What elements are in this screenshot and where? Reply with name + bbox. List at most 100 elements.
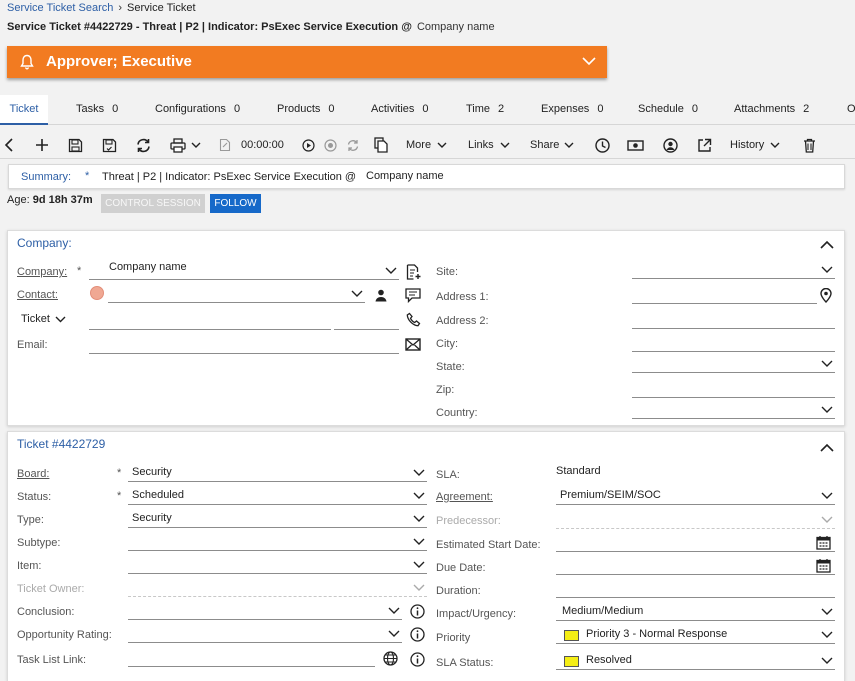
- contact-select[interactable]: [108, 287, 365, 303]
- agreement-select[interactable]: Premium/SEIM/SOC: [556, 489, 835, 505]
- stop-icon: [324, 138, 337, 152]
- share-menu[interactable]: Share: [530, 131, 574, 159]
- tab-tasks[interactable]: Tasks 0: [76, 95, 118, 125]
- chevron-down-icon: [55, 316, 66, 322]
- mail-icon[interactable]: [405, 338, 421, 351]
- item-select[interactable]: [128, 558, 427, 574]
- address2-input[interactable]: [632, 313, 835, 329]
- time-entry-button[interactable]: [595, 131, 610, 159]
- back-icon: [4, 138, 13, 152]
- approver-banner[interactable]: Approver; Executive: [7, 46, 607, 78]
- share-label: Share: [530, 139, 560, 151]
- person-icon[interactable]: [375, 289, 387, 302]
- copy-button[interactable]: [374, 131, 388, 159]
- chevron-down-icon: [821, 492, 833, 499]
- type-value: Security: [132, 512, 172, 524]
- save-button[interactable]: [68, 131, 83, 159]
- impact-urgency-select[interactable]: Medium/Medium: [556, 605, 835, 621]
- tab-activities[interactable]: Activities 0: [371, 95, 429, 125]
- duration-label: Duration:: [436, 585, 481, 597]
- tab-expenses[interactable]: Expenses 0: [541, 95, 603, 125]
- save-close-button[interactable]: [102, 131, 117, 159]
- refresh-button[interactable]: [135, 131, 152, 159]
- tab-count: 2: [803, 103, 810, 115]
- info-icon[interactable]: [410, 604, 425, 619]
- print-button[interactable]: [170, 131, 201, 159]
- note-button: [219, 131, 231, 159]
- sla-status-color-swatch: [564, 656, 579, 667]
- email-input[interactable]: [89, 338, 399, 354]
- company-label[interactable]: Company:: [17, 266, 67, 278]
- links-menu[interactable]: Links: [468, 131, 510, 159]
- tab-schedule[interactable]: Schedule 0: [638, 95, 698, 125]
- state-label: State:: [436, 361, 465, 373]
- info-icon[interactable]: [410, 652, 425, 667]
- priority-select[interactable]: Priority 3 - Normal Response: [556, 628, 835, 644]
- estimated-start-date-input[interactable]: [556, 536, 835, 552]
- duration-input[interactable]: [556, 582, 835, 598]
- phone-icon[interactable]: [406, 312, 421, 327]
- tab-label: O: [847, 103, 855, 115]
- chevron-up-icon[interactable]: [820, 443, 834, 452]
- subtype-select[interactable]: [128, 535, 427, 551]
- calendar-icon[interactable]: [816, 535, 831, 550]
- map-pin-icon[interactable]: [820, 288, 832, 303]
- company-select[interactable]: Company name: [89, 261, 399, 280]
- board-label[interactable]: Board:: [17, 468, 49, 480]
- tab-overflow[interactable]: O: [847, 95, 855, 125]
- chevron-down-icon[interactable]: [582, 57, 596, 66]
- required-marker: *: [117, 467, 122, 479]
- age-label: Age:: [7, 194, 30, 206]
- type-select[interactable]: Security: [128, 512, 427, 528]
- zip-input[interactable]: [632, 382, 835, 398]
- agreement-value: Premium/SEIM/SOC: [560, 489, 661, 501]
- globe-icon[interactable]: [383, 651, 398, 666]
- impact-urgency-label: Impact/Urgency:: [436, 608, 517, 620]
- tab-attachments[interactable]: Attachments 2: [734, 95, 809, 125]
- address1-input[interactable]: [632, 288, 817, 304]
- conclusion-select[interactable]: [128, 604, 402, 620]
- summary-input[interactable]: Threat | P2 | Indicator: PsExec Service …: [102, 171, 356, 183]
- chevron-down-icon: [821, 516, 833, 523]
- chat-icon[interactable]: [405, 288, 421, 303]
- expense-button[interactable]: [627, 131, 644, 159]
- add-button[interactable]: [35, 131, 49, 159]
- toolbar: 00:00:00 More Links Share History: [0, 131, 855, 159]
- contact-button[interactable]: [663, 131, 678, 159]
- country-select[interactable]: [632, 403, 835, 419]
- task-list-link-input[interactable]: [128, 651, 375, 667]
- calendar-icon[interactable]: [816, 558, 831, 573]
- state-select[interactable]: [632, 357, 835, 373]
- sla-status-value: Resolved: [586, 654, 632, 666]
- tab-ticket[interactable]: Ticket: [0, 95, 48, 125]
- tab-count: 0: [597, 103, 604, 115]
- follow-button[interactable]: FOLLOW: [210, 194, 261, 213]
- back-button[interactable]: [3, 131, 15, 159]
- board-select[interactable]: Security: [128, 466, 427, 482]
- tab-configurations[interactable]: Configurations 0: [155, 95, 240, 125]
- tab-time[interactable]: Time 2: [466, 95, 504, 125]
- chevron-up-icon[interactable]: [820, 240, 834, 249]
- tab-products[interactable]: Products 0: [277, 95, 335, 125]
- info-icon[interactable]: [410, 627, 425, 642]
- delete-button[interactable]: [803, 131, 816, 159]
- open-new-window-button[interactable]: [697, 131, 712, 159]
- site-select[interactable]: [632, 263, 835, 279]
- status-select[interactable]: Scheduled: [128, 489, 427, 505]
- breadcrumb-link-search[interactable]: Service Ticket Search: [7, 2, 113, 14]
- phone-extension-input[interactable]: [334, 314, 399, 330]
- more-menu[interactable]: More: [406, 131, 447, 159]
- ticket-owner-select: [128, 581, 427, 597]
- agreement-label[interactable]: Agreement:: [436, 491, 493, 503]
- opportunity-rating-select[interactable]: [128, 627, 402, 643]
- sla-status-select[interactable]: Resolved: [556, 654, 835, 670]
- chevron-right-icon: ›: [118, 2, 123, 14]
- new-company-icon[interactable]: [406, 264, 421, 280]
- contact-label[interactable]: Contact:: [17, 289, 58, 301]
- history-menu[interactable]: History: [730, 131, 780, 159]
- phone-input[interactable]: [89, 314, 331, 330]
- play-button[interactable]: [302, 131, 315, 159]
- city-input[interactable]: [632, 336, 835, 352]
- due-date-input[interactable]: [556, 559, 835, 575]
- ticket-phone-type-select[interactable]: Ticket: [21, 313, 66, 325]
